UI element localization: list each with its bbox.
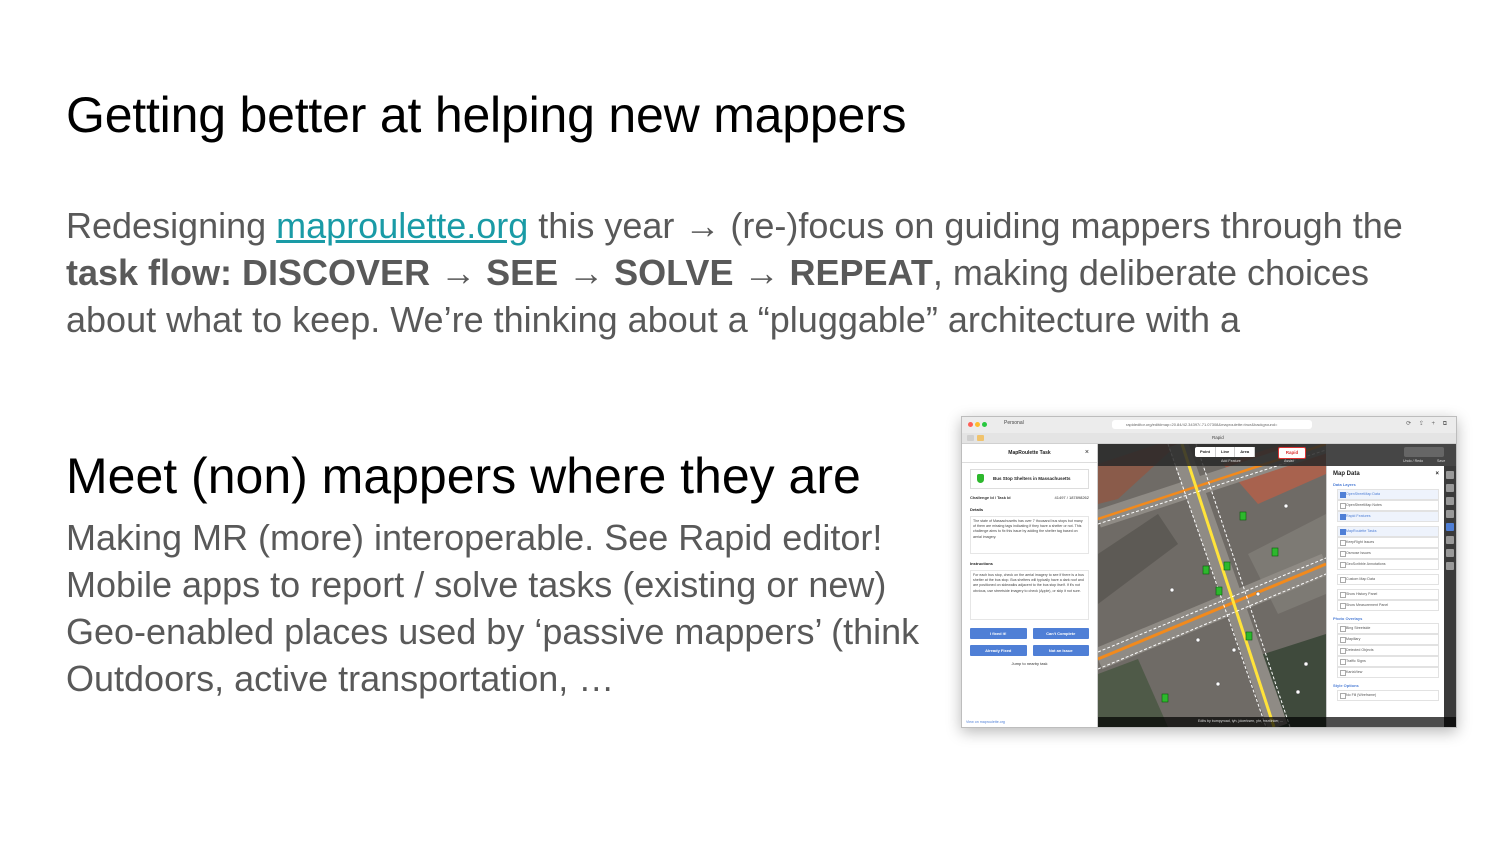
close-icon[interactable]: ×	[1085, 444, 1089, 462]
zoom-in-icon[interactable]	[1446, 471, 1454, 479]
section-photo-overlays[interactable]: Photo Overlays	[1333, 616, 1439, 621]
map-pin-icon	[977, 474, 984, 483]
browser-tab-bar: Rapid	[962, 433, 1456, 444]
assist-label: Assist	[1284, 459, 1294, 463]
task-panel-header: MapRoulette Task ×	[962, 444, 1097, 463]
toggle-measurement-panel[interactable]: Show Measurement Panel	[1337, 600, 1439, 611]
map-data-title: Map Data ×	[1333, 471, 1439, 477]
rapid-button[interactable]: Rapid	[1278, 447, 1306, 459]
details-label: Details	[970, 507, 984, 512]
issues-icon[interactable]	[1446, 536, 1454, 544]
jump-nearby-checkbox[interactable]: Jump to nearby task	[962, 661, 1097, 666]
area-button[interactable]: Area	[1235, 447, 1256, 457]
bullet-list: Making MR (more) interoperable. See Rapi…	[66, 514, 919, 702]
instructions-label: Instructions	[970, 561, 993, 566]
section-style-options[interactable]: Style Options	[1333, 683, 1439, 688]
browser-action-icons[interactable]: ⟳ ⇪ + ⧉	[1406, 420, 1450, 428]
overlay-detected-objects[interactable]: Detected Objects	[1337, 645, 1439, 656]
challenge-id-label: Challenge Id / Task Id	[970, 495, 1011, 500]
map-controls-rail	[1444, 466, 1456, 727]
intro-text-start: Redesigning	[66, 205, 277, 246]
map-data-icon[interactable]	[1446, 523, 1454, 531]
instructions-text: For each bus stop, check on the aerial i…	[970, 570, 1089, 620]
map-imagery	[1098, 444, 1326, 727]
editor-toolbar: Point Line Area Rapid Add Feature Assist…	[1098, 444, 1456, 466]
fixed-it-button[interactable]: I fixed it!	[970, 628, 1027, 639]
tab-icon[interactable]	[977, 435, 984, 441]
minimize-window-icon[interactable]	[975, 422, 980, 427]
help-icon[interactable]	[1446, 562, 1454, 570]
task-action-buttons: I fixed it! Can't Complete Already Fixed…	[970, 628, 1089, 656]
bullet-item: Outdoors, active transportation, …	[66, 658, 615, 699]
map-footer: Edits by bumpyroad, tyh, jdoerksen, yhr,…	[1098, 717, 1456, 727]
bullet-item: Making MR (more) interoperable. See Rapi…	[66, 517, 883, 558]
rapid-editor-screenshot: Personal rapideditor.org/edit#map=20.84/…	[961, 416, 1457, 728]
preferences-icon[interactable]	[1446, 549, 1454, 557]
task-panel-title: MapRoulette Task	[1008, 450, 1051, 456]
browser-toolbar: Personal rapideditor.org/edit#map=20.84/…	[962, 417, 1456, 434]
layer-osmose[interactable]: Osmose Issues	[1337, 548, 1439, 559]
section-title: Meet (non) mappers where they are	[66, 448, 861, 504]
save-label[interactable]: Save	[1437, 459, 1445, 463]
details-text: The state of Massachusetts has over 7 th…	[970, 516, 1089, 554]
undo-redo-button[interactable]	[1404, 447, 1444, 457]
challenge-card[interactable]: Bus Stop Shelters in Massachusetts	[970, 469, 1089, 489]
close-window-icon[interactable]	[968, 422, 973, 427]
layer-custom-data[interactable]: Custom Map Data	[1337, 574, 1439, 585]
browser-tab-title[interactable]: Rapid	[1212, 435, 1224, 440]
overlay-mapillary[interactable]: Mapillary	[1337, 634, 1439, 645]
map-attribution: Edits by bumpyroad, tyh, jdoerksen, yhr,…	[1198, 719, 1284, 723]
geolocate-icon[interactable]	[1446, 497, 1454, 505]
browser-url-field[interactable]: rapideditor.org/edit#map=20.84/42.34397/…	[1112, 420, 1312, 429]
add-feature-label: Add Feature	[1221, 459, 1241, 463]
tab-icon[interactable]	[967, 435, 974, 441]
section-data-layers[interactable]: Data Layers	[1333, 482, 1439, 487]
layer-osm-notes[interactable]: OpenStreetMap Notes	[1337, 500, 1439, 511]
cant-complete-button[interactable]: Can't Complete	[1032, 628, 1089, 639]
close-icon[interactable]: ×	[1435, 471, 1439, 477]
challenge-id-row: Challenge Id / Task Id 41497 / 187898262	[970, 495, 1089, 500]
satellite-map[interactable]	[1098, 444, 1326, 727]
map-data-title-text: Map Data	[1333, 471, 1360, 477]
overlay-bing-streetside[interactable]: Bing Streetside	[1337, 623, 1439, 634]
maproulette-task-panel: MapRoulette Task × Bus Stop Shelters in …	[962, 444, 1098, 727]
overlay-kartaview[interactable]: KartaView	[1337, 667, 1439, 678]
slide-title: Getting better at helping new mappers	[66, 87, 907, 143]
already-fixed-button[interactable]: Already Fixed	[970, 645, 1027, 656]
zoom-out-icon[interactable]	[1446, 484, 1454, 492]
intro-text-mid: this year → (re-)focus on guiding mapper…	[528, 205, 1403, 246]
bullet-item: Geo-enabled places used by ‘passive mapp…	[66, 611, 920, 652]
browser-profile[interactable]: Personal	[1004, 420, 1024, 426]
layer-keepright[interactable]: KeepRight Issues	[1337, 537, 1439, 548]
layer-rapid-features[interactable]: Rapid Features	[1337, 511, 1439, 522]
challenge-name: Bus Stop Shelters in Massachusetts	[993, 476, 1071, 481]
overlay-traffic-signs[interactable]: Traffic Signs	[1337, 656, 1439, 667]
bullet-item: Mobile apps to report / solve tasks (exi…	[66, 564, 887, 605]
add-feature-group: Point Line Area	[1195, 447, 1256, 457]
style-wireframe[interactable]: No Fill (Wireframe)	[1337, 690, 1439, 701]
view-on-maproulette-link[interactable]: View on maproulette.org	[966, 720, 1005, 724]
layer-geoscribble[interactable]: GeoScribble Annotations	[1337, 559, 1439, 570]
not-an-issue-button[interactable]: Not an Issue	[1032, 645, 1089, 656]
line-button[interactable]: Line	[1216, 447, 1236, 457]
toggle-history-panel[interactable]: Show History Panel	[1337, 589, 1439, 600]
layer-maproulette-tasks[interactable]: MapRoulette Tasks	[1337, 526, 1439, 537]
layer-osm-data[interactable]: OpenStreetMap Data	[1337, 489, 1439, 500]
maximize-window-icon[interactable]	[982, 422, 987, 427]
challenge-id-value: 41497 / 187898262	[1054, 495, 1089, 500]
point-button[interactable]: Point	[1195, 447, 1216, 457]
maproulette-link[interactable]: maproulette.org	[276, 205, 528, 246]
task-flow-text: task flow: DISCOVER → SEE → SOLVE → REPE…	[66, 252, 933, 293]
map-data-panel: Map Data × Data Layers OpenStreetMap Dat…	[1326, 466, 1445, 727]
intro-paragraph: Redesigning maproulette.org this year → …	[66, 202, 1446, 343]
background-icon[interactable]	[1446, 510, 1454, 518]
undo-redo-label: Undo / Redo	[1403, 459, 1424, 463]
